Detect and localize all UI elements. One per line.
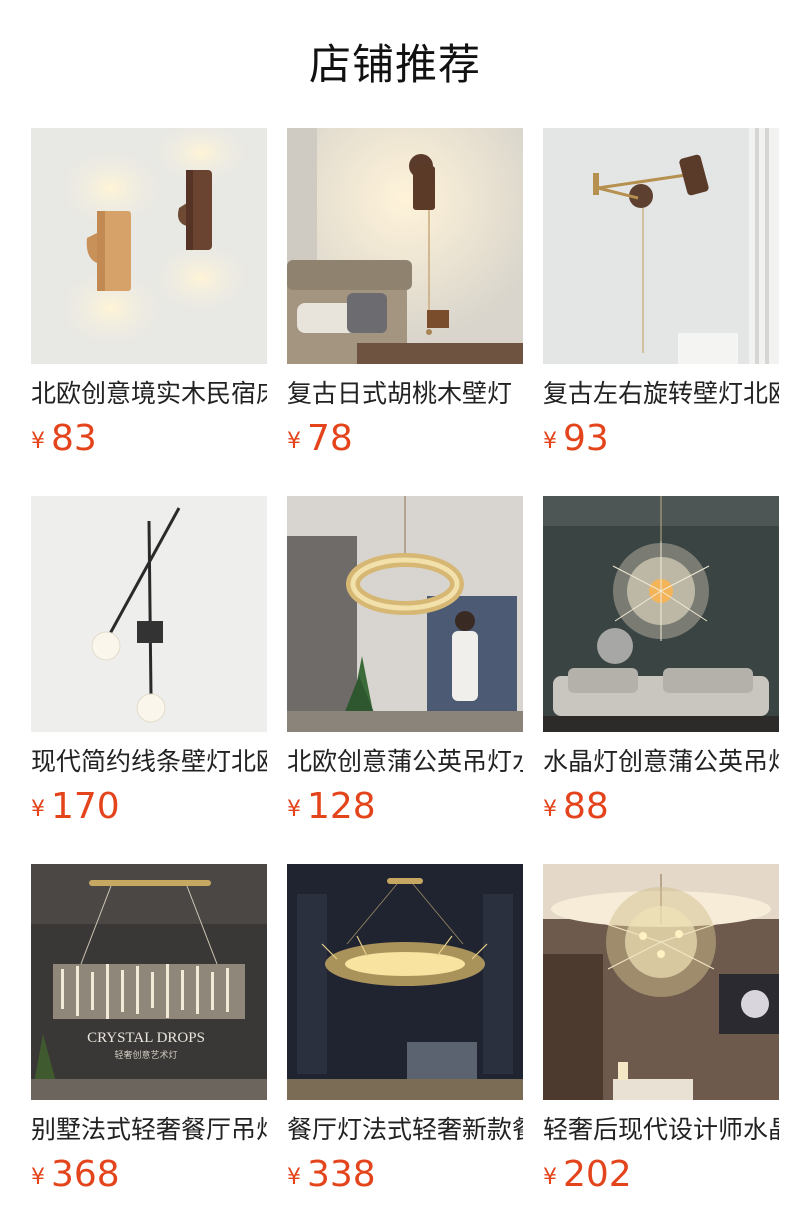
- currency-symbol: ¥: [31, 1165, 45, 1190]
- price-amount: 368: [51, 1154, 120, 1195]
- price-amount: 202: [563, 1154, 632, 1195]
- price-amount: 128: [307, 786, 376, 827]
- product-image-gold-branch-chandelier[interactable]: [287, 864, 523, 1100]
- page-header: 店铺推荐: [0, 0, 790, 128]
- price-amount: 78: [307, 418, 353, 459]
- product-card[interactable]: 餐厅灯法式轻奢新款餐厅 ¥338: [287, 864, 523, 1224]
- product-image-dandelion-crystal-chandelier[interactable]: [543, 496, 779, 732]
- product-image-line-globe-wall-lamp[interactable]: [31, 496, 267, 732]
- product-image-crystal-drops-chandelier[interactable]: CRYSTAL DROPS 轻奢创意艺术灯: [31, 864, 267, 1100]
- currency-symbol: ¥: [543, 429, 557, 454]
- product-card[interactable]: CRYSTAL DROPS 轻奢创意艺术灯 别墅法式轻奢餐厅吊灯 ¥368: [31, 864, 267, 1224]
- product-card[interactable]: 现代简约线条壁灯北欧 ¥170: [31, 496, 267, 856]
- crystal-drops-caption: CRYSTAL DROPS: [87, 1030, 205, 1046]
- product-price: ¥83: [31, 414, 97, 464]
- product-image-swing-arm-wall-lamp[interactable]: [543, 128, 779, 364]
- currency-symbol: ¥: [31, 429, 45, 454]
- page-title: 店铺推荐: [308, 40, 481, 89]
- currency-symbol: ¥: [287, 1165, 301, 1190]
- product-title[interactable]: 复古左右旋转壁灯北欧: [543, 374, 779, 414]
- product-title[interactable]: 餐厅灯法式轻奢新款餐厅: [287, 1110, 523, 1150]
- product-price: ¥338: [287, 1150, 376, 1200]
- product-image-crystal-ring-chandelier[interactable]: [287, 496, 523, 732]
- currency-symbol: ¥: [287, 797, 301, 822]
- crystal-drops-subcaption: 轻奢创意艺术灯: [114, 1049, 177, 1060]
- product-card[interactable]: 北欧创意境实木民宿床头壁灯 ¥83: [31, 128, 267, 488]
- product-title[interactable]: 北欧创意蒲公英吊灯水晶: [287, 742, 523, 782]
- product-price: ¥170: [31, 782, 120, 832]
- product-image-walnut-pull-chain-wall-lamp[interactable]: [287, 128, 523, 364]
- price-amount: 83: [51, 418, 97, 459]
- product-image-round-crystal-chandelier[interactable]: [543, 864, 779, 1100]
- product-price: ¥78: [287, 414, 353, 464]
- product-image-wood-cylinder-wall-lamps[interactable]: [31, 128, 267, 364]
- product-title[interactable]: 水晶灯创意蒲公英吊灯: [543, 742, 779, 782]
- currency-symbol: ¥: [543, 1165, 557, 1190]
- product-price: ¥128: [287, 782, 376, 832]
- product-title[interactable]: 现代简约线条壁灯北欧: [31, 742, 267, 782]
- product-title[interactable]: 北欧创意境实木民宿床头壁灯: [31, 374, 267, 414]
- currency-symbol: ¥: [287, 429, 301, 454]
- product-price: ¥368: [31, 1150, 120, 1200]
- price-amount: 93: [563, 418, 609, 459]
- product-title[interactable]: 别墅法式轻奢餐厅吊灯: [31, 1110, 267, 1150]
- product-card[interactable]: 轻奢后现代设计师水晶吊灯 ¥202: [543, 864, 779, 1224]
- currency-symbol: ¥: [543, 797, 557, 822]
- product-price: ¥93: [543, 414, 609, 464]
- price-amount: 88: [563, 786, 609, 827]
- product-title[interactable]: 复古日式胡桃木壁灯: [287, 374, 523, 414]
- product-price: ¥202: [543, 1150, 632, 1200]
- product-card[interactable]: 复古左右旋转壁灯北欧 ¥93: [543, 128, 779, 488]
- product-title[interactable]: 轻奢后现代设计师水晶吊灯: [543, 1110, 779, 1150]
- price-amount: 338: [307, 1154, 376, 1195]
- currency-symbol: ¥: [31, 797, 45, 822]
- product-card[interactable]: 水晶灯创意蒲公英吊灯 ¥88: [543, 496, 779, 856]
- product-price: ¥88: [543, 782, 609, 832]
- product-grid: 北欧创意境实木民宿床头壁灯 ¥83: [31, 128, 790, 1232]
- product-card[interactable]: 北欧创意蒲公英吊灯水晶 ¥128: [287, 496, 523, 856]
- product-card[interactable]: 复古日式胡桃木壁灯 ¥78: [287, 128, 523, 488]
- price-amount: 170: [51, 786, 120, 827]
